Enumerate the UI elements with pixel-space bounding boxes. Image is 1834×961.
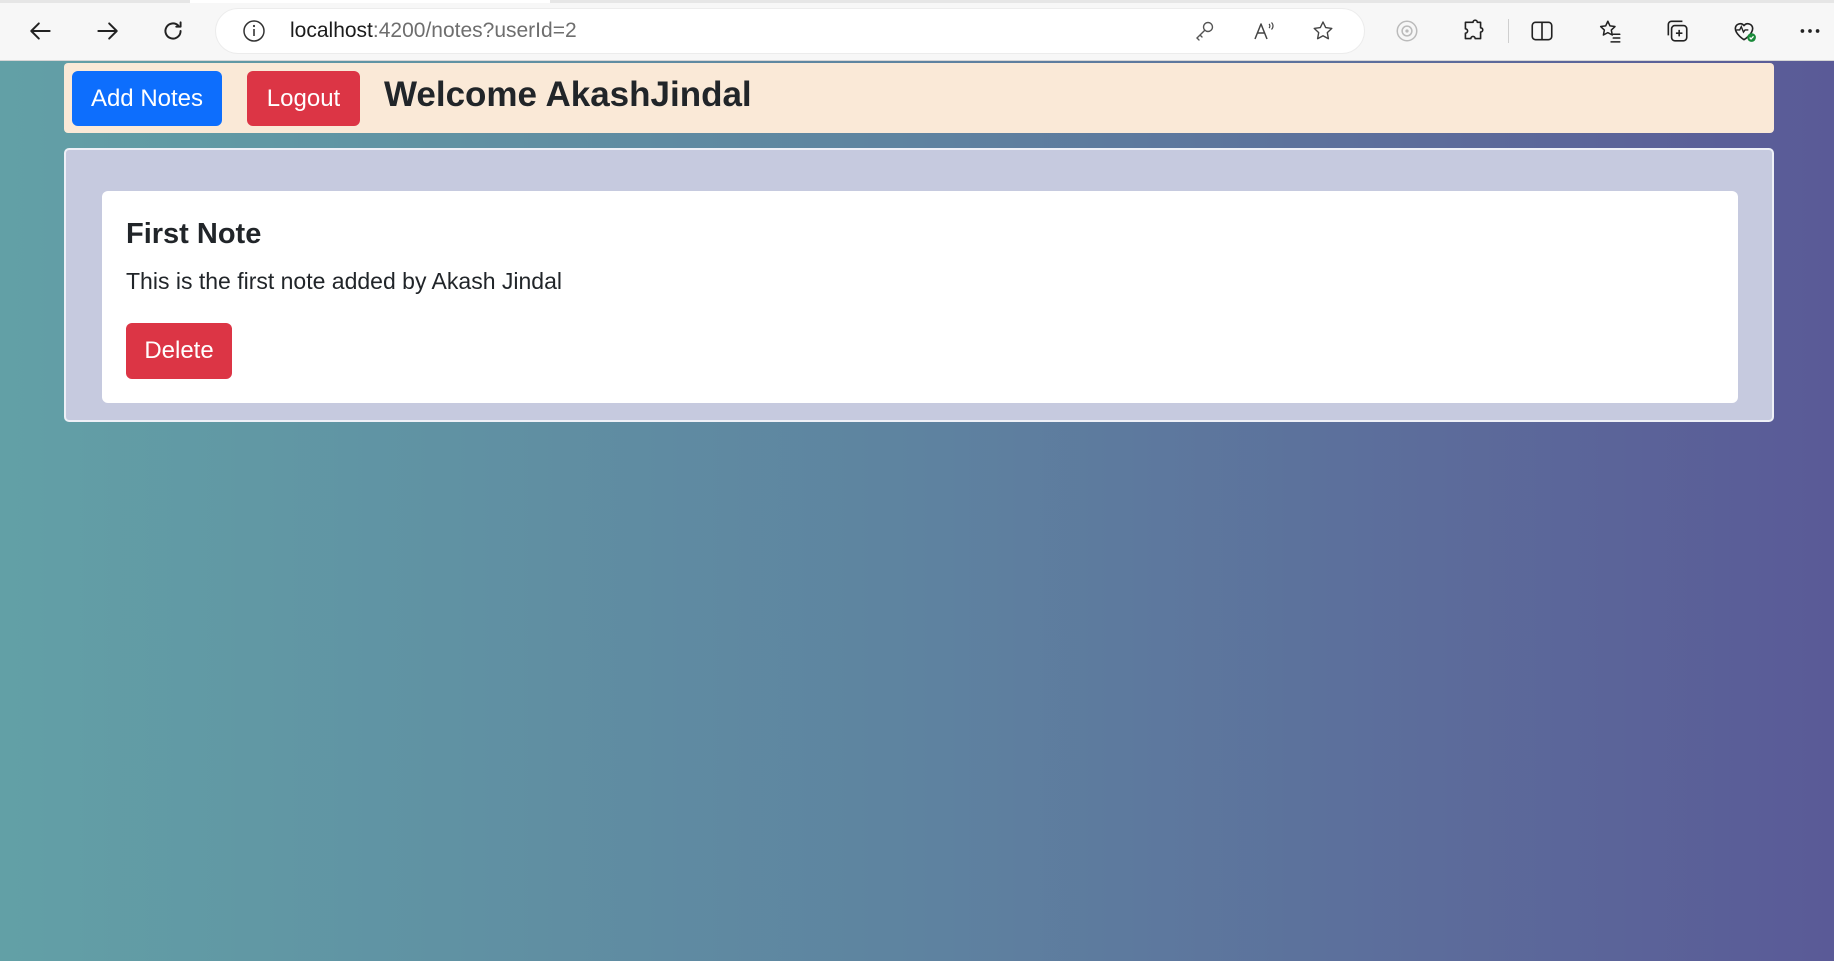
forward-button[interactable] bbox=[90, 14, 124, 48]
note-body: This is the first note added by Akash Ji… bbox=[126, 268, 562, 294]
delete-note-button[interactable]: Delete bbox=[126, 323, 232, 379]
url-host: localhost bbox=[290, 19, 373, 42]
tracking-prevention-button[interactable] bbox=[1393, 17, 1421, 45]
url-path: :4200/notes?userId=2 bbox=[372, 19, 577, 42]
refresh-icon bbox=[164, 21, 182, 40]
heart-pulse-icon bbox=[1734, 22, 1756, 42]
star-icon[interactable] bbox=[1311, 19, 1335, 43]
tab-strip bbox=[0, 0, 1834, 3]
tracking-prevention-icon bbox=[1396, 20, 1418, 42]
add-notes-button[interactable]: Add Notes bbox=[72, 71, 222, 126]
puzzle-icon bbox=[1464, 19, 1484, 40]
welcome-heading: Welcome AkashJindal bbox=[384, 75, 752, 114]
refresh-button[interactable] bbox=[156, 14, 190, 48]
back-button[interactable] bbox=[24, 14, 58, 48]
arrow-left-icon bbox=[30, 22, 51, 40]
favorites-button[interactable] bbox=[1596, 17, 1624, 45]
top-navbar: Add Notes Logout Welcome AkashJindal bbox=[64, 63, 1774, 133]
active-tab-indicator bbox=[190, 0, 550, 3]
collections-button[interactable] bbox=[1663, 17, 1691, 45]
split-screen-icon bbox=[1531, 21, 1553, 41]
logout-button[interactable]: Logout bbox=[247, 71, 360, 126]
browser-essentials-button[interactable] bbox=[1730, 17, 1758, 45]
address-bar[interactable]: localhost:4200/notes?userId=2 bbox=[216, 9, 1364, 53]
toolbar-divider bbox=[1508, 19, 1509, 43]
page-background: Add Notes Logout Welcome AkashJindal Fir… bbox=[0, 61, 1834, 961]
url-text[interactable]: localhost:4200/notes?userId=2 bbox=[290, 19, 577, 43]
more-button[interactable] bbox=[1796, 17, 1824, 45]
note-title: First Note bbox=[126, 218, 262, 250]
extensions-button[interactable] bbox=[1459, 17, 1487, 45]
key-icon[interactable] bbox=[1192, 19, 1216, 43]
note-card: First Note This is the first note added … bbox=[102, 191, 1738, 403]
split-screen-button[interactable] bbox=[1528, 17, 1556, 45]
read-aloud-icon[interactable] bbox=[1252, 19, 1276, 43]
arrow-right-icon bbox=[97, 22, 118, 40]
collections-icon bbox=[1667, 20, 1688, 42]
info-icon[interactable] bbox=[242, 19, 266, 43]
notes-container: First Note This is the first note added … bbox=[64, 148, 1774, 422]
browser-toolbar: localhost:4200/notes?userId=2 bbox=[0, 0, 1834, 61]
more-icon bbox=[1800, 29, 1820, 33]
favorites-icon bbox=[1599, 20, 1621, 43]
